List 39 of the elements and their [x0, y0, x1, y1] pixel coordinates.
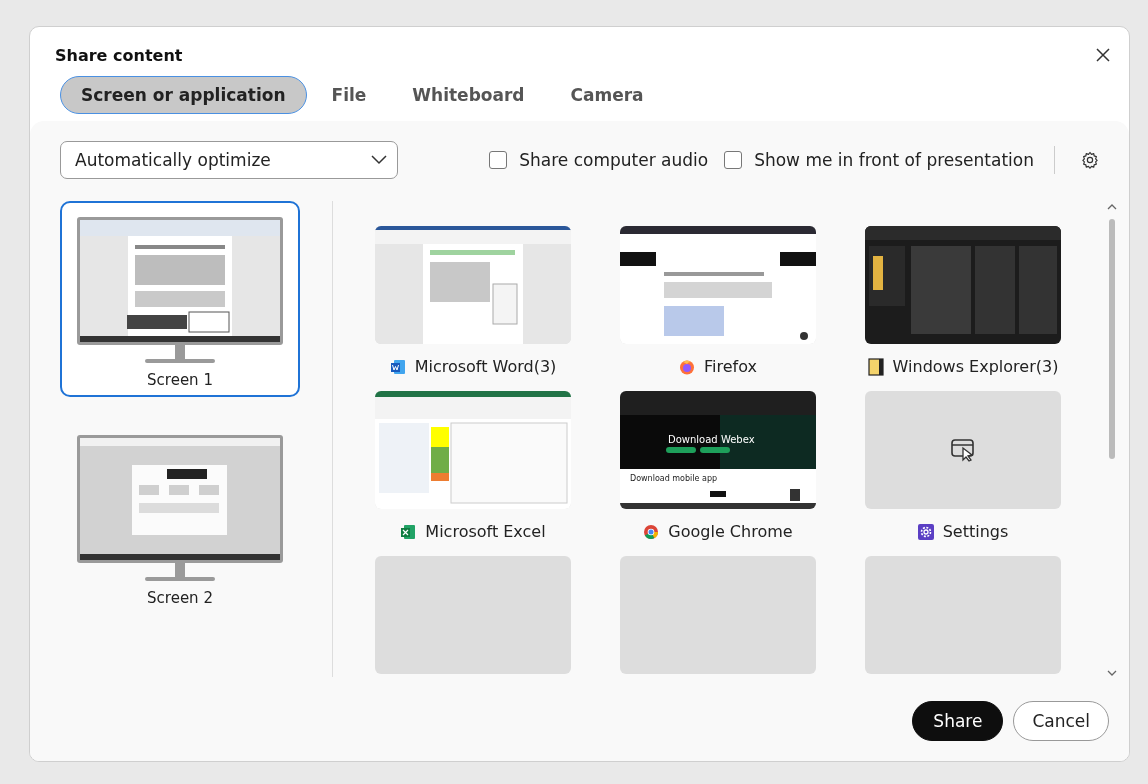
tab[interactable]: Whiteboard: [391, 76, 546, 114]
scrollbar-thumb[interactable]: [1109, 219, 1115, 459]
checkbox-label: Show me in front of presentation: [754, 150, 1034, 170]
tab[interactable]: File: [310, 76, 388, 114]
thumbnail-text: Download mobile app: [630, 475, 718, 483]
app-tile[interactable]: [865, 556, 1061, 674]
close-icon[interactable]: [1096, 48, 1110, 62]
thumbnail-text: Download Webex: [668, 435, 755, 445]
app-name: Settings: [942, 522, 1009, 541]
tab[interactable]: Camera: [549, 76, 665, 114]
app-name: Microsoft Excel: [425, 522, 546, 541]
app-name: Firefox: [704, 357, 757, 376]
checkbox[interactable]: [724, 151, 743, 169]
firefox-logo-icon: [679, 358, 695, 375]
dialog-title: Share content: [55, 45, 183, 65]
app-name: Windows Explorer(3): [892, 357, 1059, 376]
excel-logo-icon: [400, 523, 417, 540]
app-name: Microsoft Word(3): [414, 357, 557, 376]
word-logo-icon: [389, 358, 406, 375]
checkbox-label: Share computer audio: [519, 150, 709, 170]
screen-card[interactable]: Screen 2: [60, 419, 300, 615]
checkbox[interactable]: [489, 151, 508, 169]
chrome-logo-icon: [643, 523, 660, 540]
scroll-up-icon[interactable]: [1107, 203, 1117, 211]
screen-cursor-icon: [950, 438, 976, 462]
optimize-dropdown[interactable]: Automatically optimize: [60, 141, 398, 179]
app-tile[interactable]: [375, 556, 571, 674]
screen-card[interactable]: Screen 1: [60, 201, 300, 397]
tab[interactable]: Screen or application: [60, 76, 307, 114]
chevron-down-icon: [371, 155, 387, 165]
app-tile[interactable]: [620, 556, 816, 674]
folder-icon: [867, 357, 884, 376]
cancel-button[interactable]: Cancel: [1013, 701, 1109, 741]
share-button[interactable]: Share: [912, 701, 1004, 741]
app-tile[interactable]: [865, 391, 1061, 509]
scroll-down-icon[interactable]: [1107, 669, 1117, 677]
gear-icon: [917, 523, 934, 540]
settings-icon[interactable]: [1081, 151, 1099, 169]
app-name: Google Chrome: [668, 522, 793, 541]
